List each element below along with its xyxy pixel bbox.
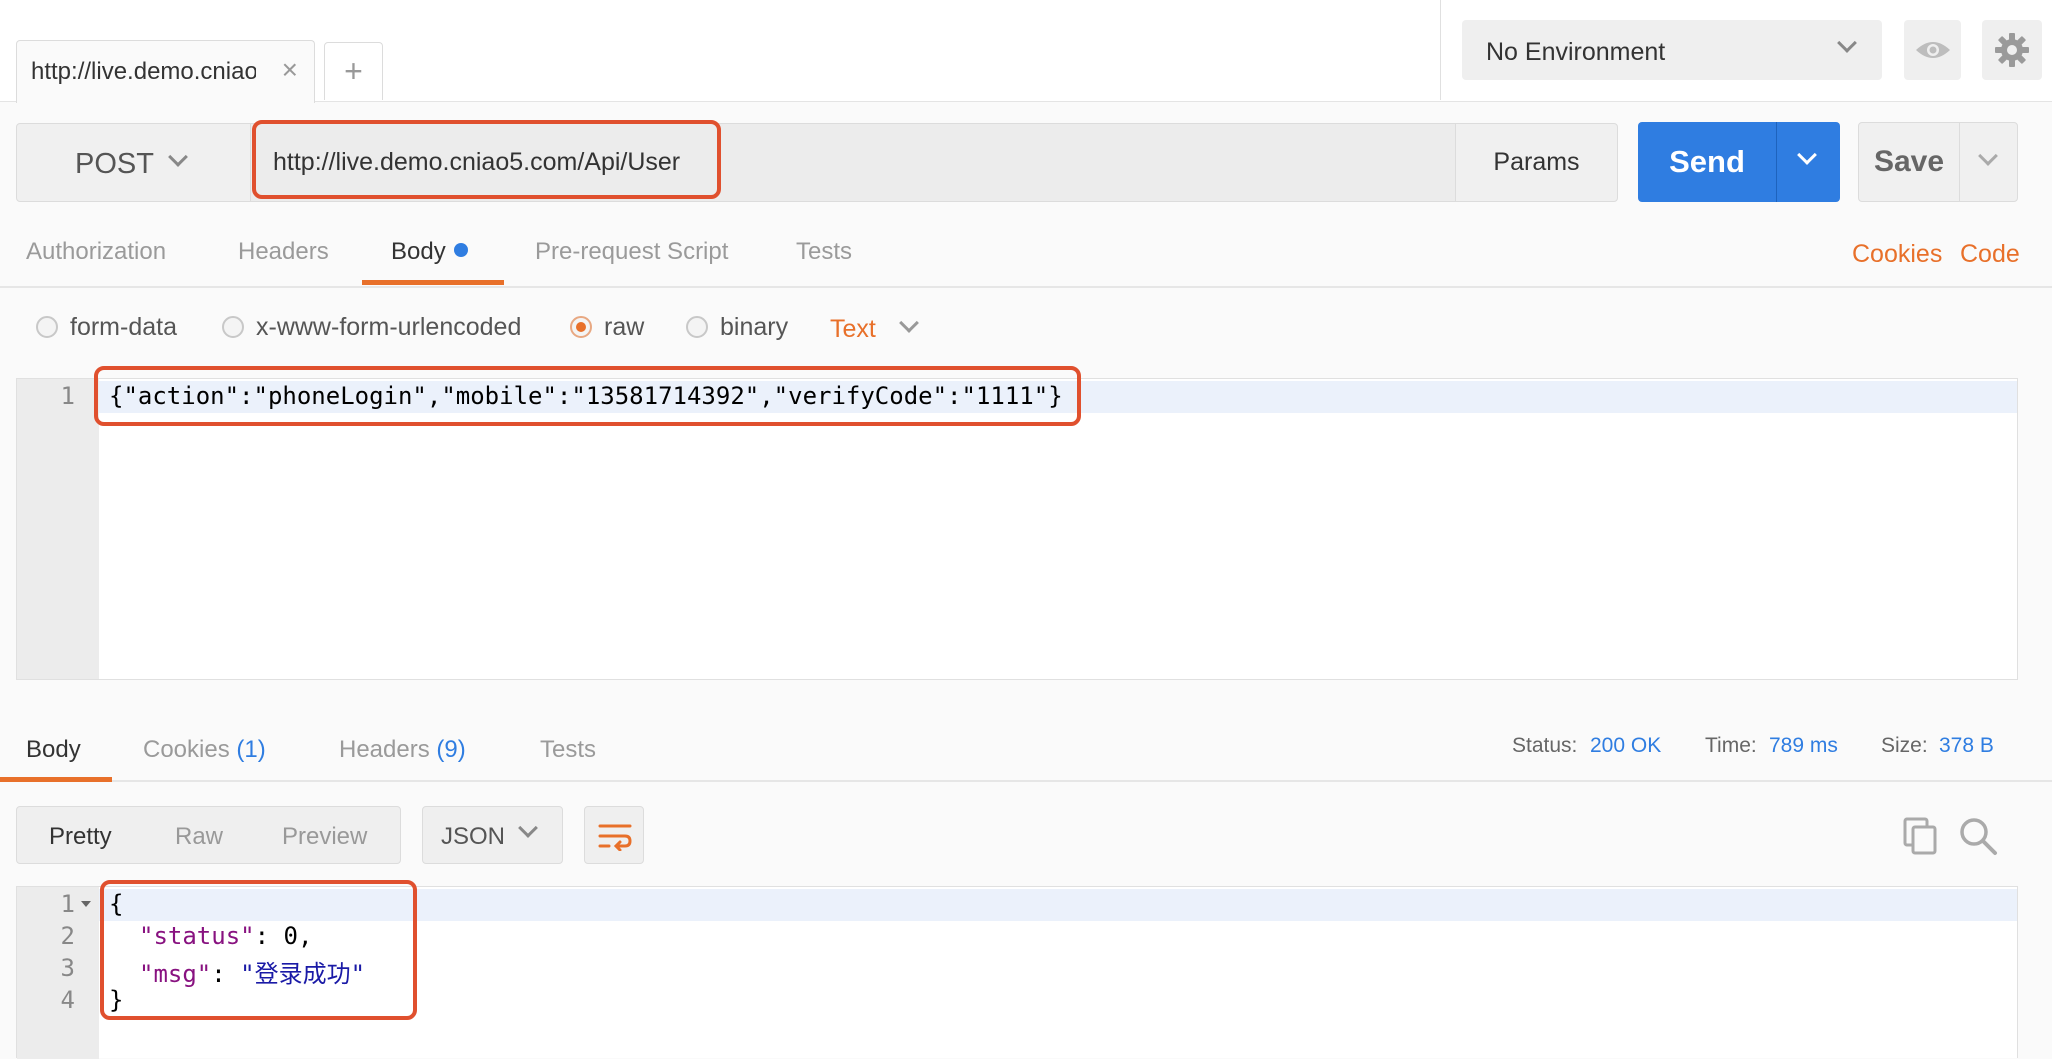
tab-title: http://live.demo.cniao5.com/Api/User — [31, 58, 256, 85]
response-tabs: Body Cookies (1) Headers (9) Tests Statu… — [0, 704, 2052, 782]
line-number: 2 — [60, 922, 75, 950]
environment-label: No Environment — [1486, 38, 1666, 66]
code-link[interactable]: Code — [1960, 240, 2020, 269]
divider — [1959, 123, 1960, 201]
time-value: 789 ms — [1769, 734, 1838, 757]
line-number: 1 — [60, 890, 75, 918]
method-label: POST — [75, 148, 154, 180]
line-number: 1 — [60, 382, 75, 410]
response-tab-headers-label: Headers — [339, 736, 430, 763]
new-tab-button[interactable]: + — [324, 42, 383, 100]
line-number: 3 — [60, 954, 75, 982]
active-tab-indicator — [0, 777, 112, 782]
response-format-select[interactable]: JSON — [422, 806, 563, 864]
tab-body[interactable]: Body — [391, 238, 468, 266]
chevron-down-icon[interactable] — [1978, 146, 1998, 166]
response-tab-tests[interactable]: Tests — [540, 736, 596, 764]
view-raw[interactable]: Raw — [175, 823, 223, 851]
line-gutter — [17, 379, 99, 679]
status-label: Status: — [1512, 734, 1578, 757]
settings-button[interactable] — [1982, 20, 2042, 80]
modified-dot-icon — [453, 243, 468, 257]
body-format-select[interactable]: Text — [830, 315, 876, 344]
headers-count: (9) — [436, 736, 466, 763]
send-button[interactable]: Send — [1638, 122, 1840, 202]
params-button[interactable]: Params — [1455, 123, 1618, 202]
cookies-link[interactable]: Cookies — [1852, 240, 1942, 269]
time-label: Time: — [1705, 734, 1757, 757]
view-mode-group: Pretty Raw Preview — [16, 806, 401, 864]
close-icon[interactable]: × — [282, 55, 298, 85]
request-tab[interactable]: http://live.demo.cniao5.com/Api/User × — [16, 40, 315, 103]
response-tab-cookies[interactable]: Cookies (1) — [143, 736, 266, 764]
view-pretty[interactable]: Pretty — [49, 823, 112, 851]
tab-bar: http://live.demo.cniao5.com/Api/User × +… — [0, 0, 2052, 103]
chevron-down-icon[interactable] — [1797, 145, 1817, 165]
active-tab-indicator — [362, 280, 504, 285]
tab-authorization[interactable]: Authorization — [26, 238, 166, 266]
highlight-box-response — [100, 880, 417, 1020]
response-tab-body[interactable]: Body — [26, 736, 81, 764]
cookies-count: (1) — [236, 736, 266, 763]
radio-form-data[interactable] — [36, 316, 58, 338]
tab-pre-request-script[interactable]: Pre-request Script — [535, 238, 728, 266]
divider — [1776, 122, 1777, 202]
divider — [1440, 0, 1441, 100]
format-label: JSON — [441, 823, 506, 850]
radio-label: binary — [720, 313, 789, 341]
chevron-down-icon — [1837, 33, 1857, 53]
radio-raw[interactable] — [570, 316, 592, 338]
response-tab-headers[interactable]: Headers (9) — [339, 736, 466, 764]
gear-icon — [1995, 33, 2029, 67]
method-select[interactable]: POST — [16, 123, 256, 202]
view-preview[interactable]: Preview — [282, 823, 367, 851]
fold-arrow-icon[interactable] — [81, 901, 91, 907]
radio-label: raw — [604, 313, 645, 341]
tab-tests[interactable]: Tests — [796, 238, 852, 266]
chevron-down-icon[interactable] — [899, 313, 919, 333]
response-tab-cookies-label: Cookies — [143, 736, 230, 763]
chevron-down-icon — [168, 147, 188, 167]
copy-icon[interactable] — [1902, 816, 1938, 856]
word-wrap-button[interactable] — [584, 806, 644, 864]
status-value: 200 OK — [1590, 734, 1662, 757]
chevron-down-icon — [518, 818, 538, 838]
highlight-box-body — [94, 366, 1081, 426]
environment-select[interactable]: No Environment — [1462, 20, 1882, 80]
radio-label: form-data — [70, 313, 177, 341]
line-number: 4 — [60, 986, 75, 1014]
request-tabs: Authorization Headers Body Pre-request S… — [0, 218, 2052, 288]
radio-binary[interactable] — [686, 316, 708, 338]
eye-icon — [1916, 42, 1950, 58]
send-label: Send — [1669, 144, 1745, 179]
save-label: Save — [1873, 145, 1945, 178]
size-label: Size: — [1881, 734, 1928, 757]
word-wrap-icon — [598, 824, 632, 851]
highlight-box-url — [252, 120, 721, 199]
tab-body-label: Body — [391, 238, 446, 265]
save-button[interactable]: Save — [1858, 122, 2018, 202]
search-icon[interactable] — [1958, 816, 1998, 856]
eye-button[interactable] — [1904, 20, 1961, 80]
size-value: 378 B — [1939, 734, 1994, 757]
tab-headers[interactable]: Headers — [238, 238, 329, 266]
radio-label: x-www-form-urlencoded — [256, 313, 522, 341]
radio-x-www-form-urlencoded[interactable] — [222, 316, 244, 338]
